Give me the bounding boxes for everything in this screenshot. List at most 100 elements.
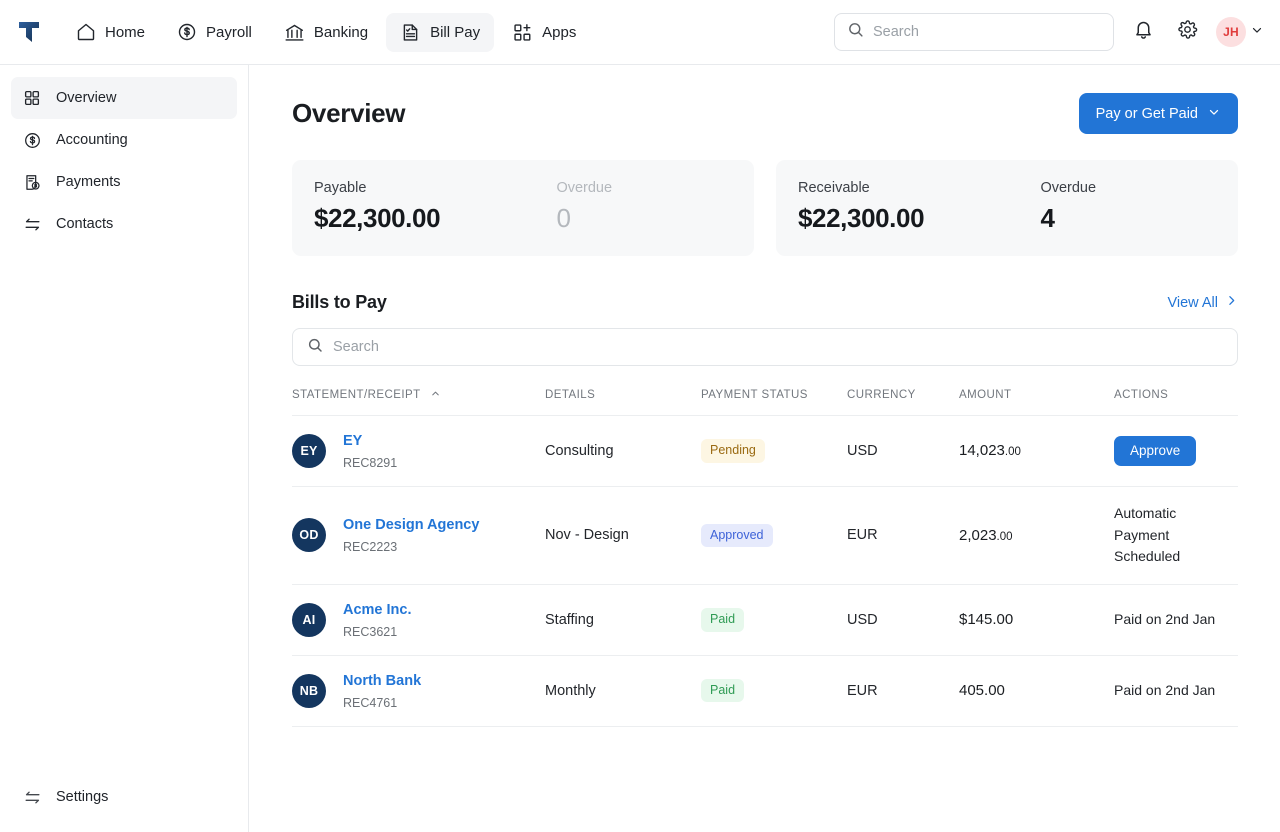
amount-main: 2,023 (959, 526, 997, 544)
view-all-link[interactable]: View All (1167, 294, 1238, 311)
global-search[interactable] (834, 13, 1114, 51)
receivable-value: $22,300.00 (798, 203, 925, 233)
party-name-link[interactable]: EY (343, 432, 397, 451)
avatar: JH (1216, 17, 1246, 47)
bills-search[interactable] (292, 328, 1238, 366)
home-icon (76, 22, 96, 42)
nav-item-home[interactable]: Home (62, 13, 159, 51)
cell-status: Approved (701, 486, 847, 585)
cell-party: OD One Design Agency REC2223 (292, 486, 545, 585)
receivable-overdue-value: 4 (1040, 203, 1055, 233)
sidebar-item-overview[interactable]: Overview (11, 77, 237, 119)
party-name-link[interactable]: Acme Inc. (343, 601, 412, 620)
column-header-statement-receipt[interactable]: STATEMENT/RECEIPT (292, 388, 545, 416)
notifications-button[interactable] (1128, 17, 1158, 47)
sidebar-label-overview: Overview (56, 90, 117, 106)
cell-party: AI Acme Inc. REC3621 (292, 584, 545, 656)
cell-status: Paid (701, 655, 847, 727)
sidebar-label-payments: Payments (56, 174, 121, 190)
pay-or-get-paid-label: Pay or Get Paid (1095, 105, 1198, 122)
table-row[interactable]: NB North Bank REC4761 Monthly Paid EUR 4… (292, 655, 1238, 727)
main-content: Overview Pay or Get Paid Payable $22,300… (249, 65, 1280, 832)
nav-label-bill-pay: Bill Pay (430, 23, 481, 41)
search-icon (847, 21, 864, 43)
receivable-card: Receivable $22,300.00 Overdue 4 (776, 160, 1238, 256)
column-header-actions[interactable]: ACTIONS (1114, 388, 1238, 416)
table-row[interactable]: EY EY REC8291 Consulting Pending USD 14,… (292, 415, 1238, 487)
document-check-icon (400, 22, 421, 43)
sidebar-item-payments[interactable]: Payments (11, 161, 237, 203)
action-status-text: Paid on 2nd Jan (1114, 610, 1216, 627)
column-header-payment-status[interactable]: PAYMENT STATUS (701, 388, 847, 416)
column-header-amount[interactable]: AMOUNT (959, 388, 1114, 416)
user-menu[interactable]: JH (1216, 17, 1264, 47)
receivable-overdue-label: Overdue (1040, 180, 1097, 196)
party-name-link[interactable]: North Bank (343, 672, 421, 691)
cell-actions: Paid on 2nd Jan (1114, 655, 1238, 727)
status-badge: Approved (701, 523, 773, 548)
column-label-currency: CURRENCY (847, 389, 916, 401)
status-badge: Paid (701, 608, 745, 632)
avatar: EY (292, 433, 326, 468)
party-name-link[interactable]: One Design Agency (343, 516, 479, 535)
amount-main: 14,023 (959, 442, 1005, 460)
cell-amount: 2,023.00 (959, 486, 1114, 585)
status-badge: Pending (701, 439, 765, 463)
column-label-amount: AMOUNT (959, 389, 1012, 401)
receivable-label: Receivable (798, 180, 870, 196)
action-status-text: Automatic Payment Scheduled (1114, 504, 1181, 565)
payable-overdue-value: 0 (556, 203, 571, 233)
table-row[interactable]: OD One Design Agency REC2223 Nov - Desig… (292, 486, 1238, 585)
top-navigation-bar: Home Payroll Banking Bill Pay Apps Searc… (0, 0, 1280, 65)
nav-label-banking: Banking (313, 23, 369, 41)
payable-overdue: Overdue 0 (556, 180, 612, 234)
cell-details: Staffing (545, 584, 701, 656)
pay-or-get-paid-button[interactable]: Pay or Get Paid (1078, 93, 1238, 134)
sidebar-bottom: Settings (0, 776, 248, 832)
sidebar-item-contacts[interactable]: Contacts (11, 203, 237, 245)
amount-cents: .00 (996, 530, 1013, 543)
view-all-label: View All (1167, 294, 1218, 311)
nav-label-home: Home (105, 23, 146, 41)
party-reference: REC3621 (343, 624, 398, 639)
column-header-details[interactable]: DETAILS (545, 388, 701, 416)
settings-button[interactable] (1172, 17, 1202, 47)
summary-cards: Payable $22,300.00 Overdue 0 Receivable … (292, 160, 1238, 256)
chevron-up-icon (430, 388, 441, 402)
sidebar: Overview Accounting Payments Contacts Se… (0, 65, 249, 832)
nav-item-banking[interactable]: Banking (270, 13, 382, 52)
party-reference: REC2223 (343, 540, 398, 555)
cell-actions: Approve (1114, 415, 1238, 487)
amount-main: 405.00 (959, 682, 1005, 700)
grid-icon (22, 89, 42, 107)
cell-actions: Paid on 2nd Jan (1114, 584, 1238, 656)
page-header: Overview Pay or Get Paid (292, 93, 1238, 134)
column-header-currency[interactable]: CURRENCY (847, 388, 959, 416)
nav-item-apps[interactable]: Apps (498, 13, 590, 52)
sidebar-item-accounting[interactable]: Accounting (11, 119, 237, 161)
global-search-input[interactable] (873, 24, 1101, 40)
app-body: Overview Accounting Payments Contacts Se… (0, 65, 1280, 832)
cell-status: Pending (701, 415, 847, 487)
gear-icon (1177, 19, 1198, 45)
bills-search-input[interactable] (333, 339, 1223, 355)
cell-details: Nov - Design (545, 486, 701, 585)
apps-plus-icon (512, 22, 533, 43)
column-label-details: DETAILS (545, 389, 596, 401)
nav-item-payroll[interactable]: Payroll (163, 13, 266, 51)
table-row[interactable]: AI Acme Inc. REC3621 Staffing Paid USD $… (292, 584, 1238, 656)
receivable-overdue: Overdue 4 (1040, 180, 1096, 234)
bell-icon (1133, 19, 1154, 45)
sidebar-item-settings[interactable]: Settings (11, 776, 237, 818)
column-label-statement-receipt: STATEMENT/RECEIPT (292, 389, 421, 401)
cell-party: EY EY REC8291 (292, 415, 545, 487)
avatar: NB (292, 673, 326, 708)
nav-item-bill-pay[interactable]: Bill Pay (386, 12, 495, 52)
nav-label-payroll: Payroll (206, 23, 252, 41)
app-logo[interactable] (14, 17, 44, 47)
approve-button[interactable]: Approve (1114, 435, 1197, 466)
sidebar-label-settings: Settings (56, 789, 109, 805)
dollar-circle-icon (22, 131, 42, 150)
primary-nav: Home Payroll Banking Bill Pay Apps (62, 12, 590, 52)
